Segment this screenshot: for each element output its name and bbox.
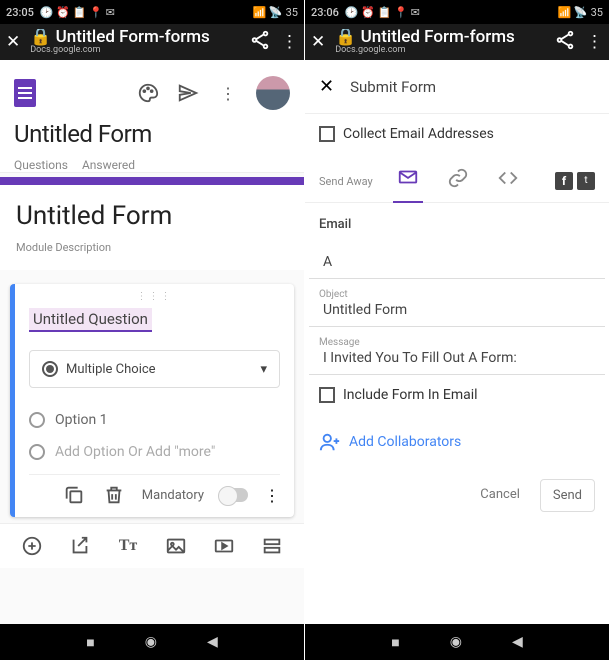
status-time: 23:05 xyxy=(6,6,34,19)
form-card-desc[interactable]: Module Description xyxy=(16,241,288,254)
form-title[interactable]: Untitled Form xyxy=(14,120,290,148)
android-navbar: ■ ◉ ◀ xyxy=(0,624,304,660)
object-label: Object xyxy=(305,279,609,300)
bottom-toolbar: Tᴛ xyxy=(0,523,304,568)
home-icon[interactable]: ◉ xyxy=(450,634,462,650)
section-icon[interactable] xyxy=(260,534,284,558)
form-card-title[interactable]: Untitled Form xyxy=(16,201,288,231)
share-icon[interactable] xyxy=(554,29,576,56)
status-bar: 23:05 🕑 ⏰ 📋 📍 ✉ 📶 📡 35 xyxy=(0,0,304,24)
send-icon[interactable] xyxy=(176,81,200,105)
twitter-icon[interactable]: t xyxy=(577,172,595,190)
send-away-label: Send Away xyxy=(319,175,373,188)
image-icon[interactable] xyxy=(164,534,188,558)
palette-icon[interactable] xyxy=(136,81,160,105)
recent-apps-icon[interactable]: ■ xyxy=(391,634,399,651)
more-icon[interactable]: ⋮ xyxy=(216,81,240,105)
message-field[interactable]: I Invited You To Fill Out A Form: xyxy=(309,348,605,375)
add-collaborators[interactable]: Add Collaborators xyxy=(305,415,609,469)
send-tab-link[interactable] xyxy=(443,161,473,202)
back-icon[interactable]: ◀ xyxy=(512,634,523,650)
add-option[interactable]: Add Option Or Add "more" xyxy=(29,436,280,468)
share-icon[interactable] xyxy=(249,29,271,56)
message-label: Message xyxy=(305,327,609,348)
chevron-down-icon: ▾ xyxy=(260,362,267,377)
question-card[interactable]: ⋮⋮⋮ Untitled Question Multiple Choice ▾ … xyxy=(10,284,294,517)
radio-icon xyxy=(29,412,45,428)
browser-url-bar[interactable]: ✕ 🔒 Untitled Form-forms Docs.google.com … xyxy=(305,24,609,60)
include-form-row[interactable]: Include Form In Email xyxy=(305,375,609,415)
home-icon[interactable]: ◉ xyxy=(145,634,157,650)
send-tab-embed[interactable] xyxy=(493,161,523,202)
browser-url-bar[interactable]: ✕ 🔒 Untitled Form-forms Docs.google.com … xyxy=(0,24,304,60)
status-bar: 23:06 🕑 ⏰ 📋 📍 ✉ 📶 📡 35 xyxy=(305,0,609,24)
drag-handle-icon[interactable]: ⋮⋮⋮ xyxy=(29,294,280,300)
checkbox-icon[interactable] xyxy=(319,387,335,403)
avatar[interactable] xyxy=(256,76,290,110)
forms-doc-icon xyxy=(14,79,36,107)
object-field[interactable]: Untitled Form xyxy=(309,300,605,327)
recent-apps-icon[interactable]: ■ xyxy=(86,634,94,651)
delete-icon[interactable] xyxy=(102,483,126,507)
duplicate-icon[interactable] xyxy=(62,483,86,507)
add-question-icon[interactable] xyxy=(20,534,44,558)
collect-email-row[interactable]: Collect Email Addresses xyxy=(305,114,609,154)
tab-questions[interactable]: Questions xyxy=(14,158,68,172)
cancel-button[interactable]: Cancel xyxy=(468,479,532,512)
close-modal-icon[interactable]: ✕ xyxy=(319,76,334,97)
text-icon[interactable]: Tᴛ xyxy=(116,534,140,558)
more-icon[interactable]: ⋮ xyxy=(281,32,298,52)
email-section-label: Email xyxy=(305,203,609,236)
send-modal-title: Submit Form xyxy=(350,78,436,96)
mandatory-label: Mandatory xyxy=(142,488,204,503)
video-icon[interactable] xyxy=(212,534,236,558)
question-title-input[interactable]: Untitled Question xyxy=(29,308,152,332)
facebook-icon[interactable]: f xyxy=(555,172,573,190)
question-type-select[interactable]: Multiple Choice ▾ xyxy=(29,350,280,388)
close-icon[interactable]: ✕ xyxy=(311,32,325,52)
send-button[interactable]: Send xyxy=(540,479,595,512)
option-row[interactable]: Option 1 xyxy=(29,404,280,436)
radio-icon xyxy=(29,444,45,460)
more-icon[interactable]: ⋮ xyxy=(264,486,280,505)
radio-icon xyxy=(42,361,58,377)
back-icon[interactable]: ◀ xyxy=(207,634,218,650)
email-to-field[interactable]: A xyxy=(309,252,605,279)
close-icon[interactable]: ✕ xyxy=(6,32,20,52)
send-tab-email[interactable] xyxy=(393,160,423,203)
more-icon[interactable]: ⋮ xyxy=(586,32,603,52)
mandatory-toggle[interactable] xyxy=(220,488,248,502)
header-accent xyxy=(0,177,304,185)
android-navbar: ■ ◉ ◀ xyxy=(305,624,609,660)
checkbox-icon[interactable] xyxy=(319,126,335,142)
status-time: 23:06 xyxy=(311,6,339,19)
import-icon[interactable] xyxy=(68,534,92,558)
tab-answered[interactable]: Answered xyxy=(82,158,135,172)
